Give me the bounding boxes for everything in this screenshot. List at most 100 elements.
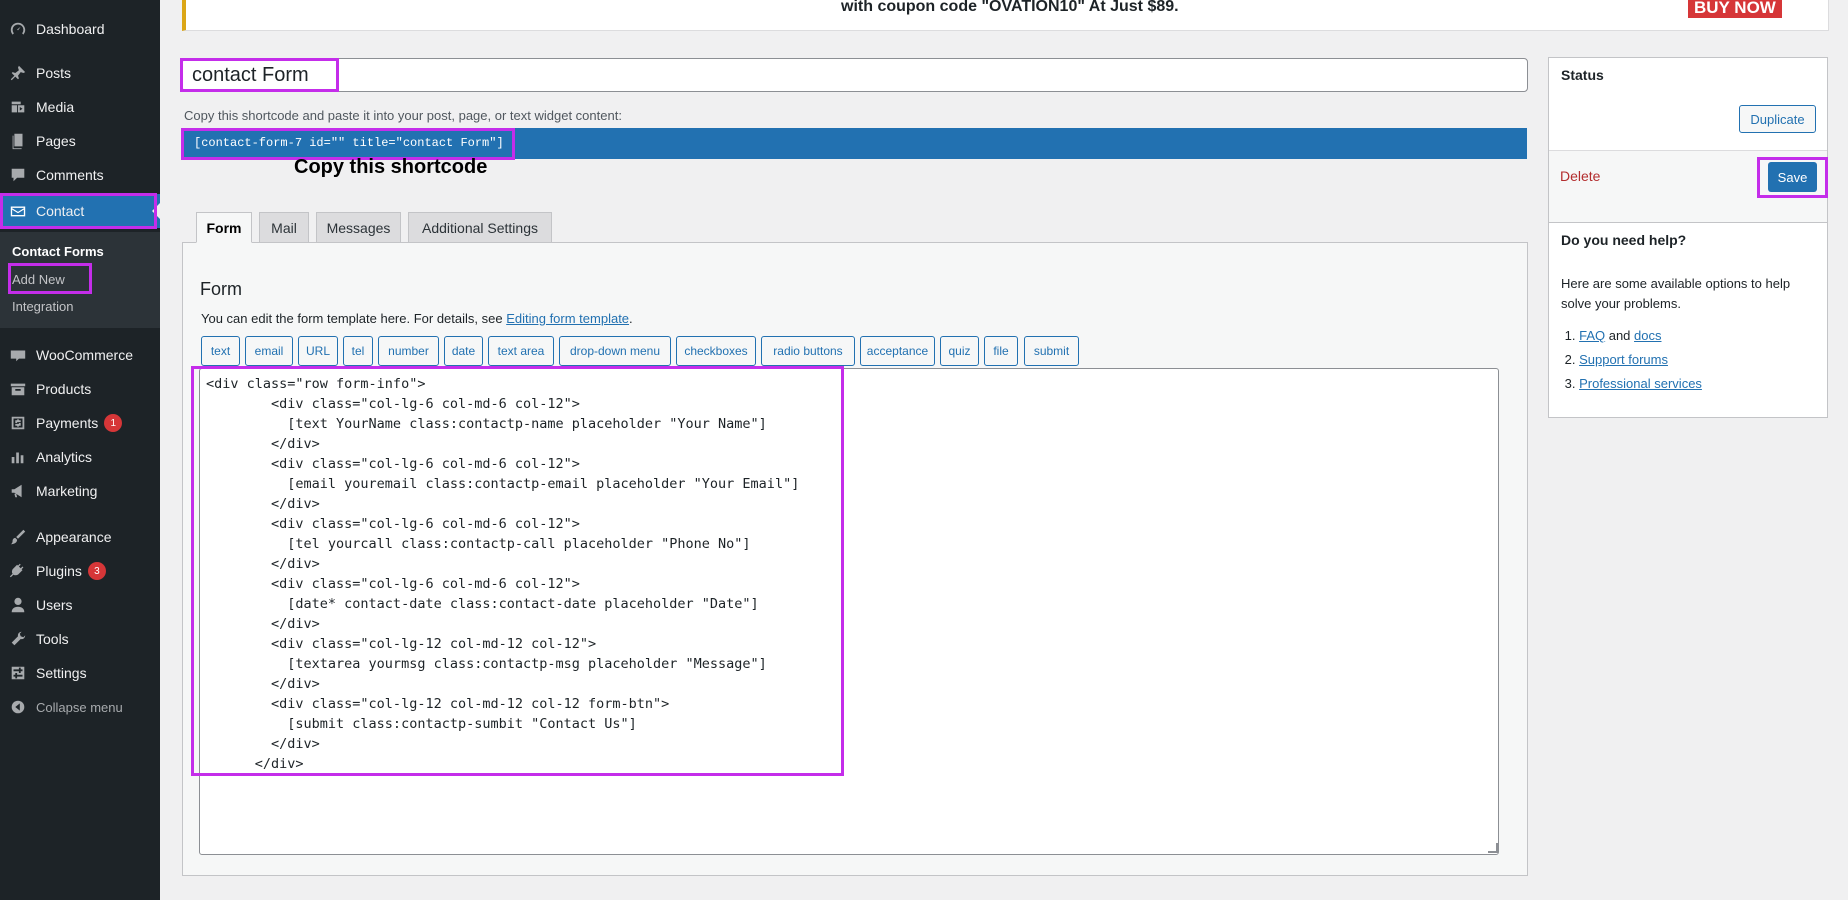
menu-media[interactable]: Media xyxy=(0,90,160,124)
shortcode-note: Copy this shortcode and paste it into yo… xyxy=(184,108,622,123)
tag-button-dropdown[interactable]: drop-down menu xyxy=(559,336,671,366)
plug-icon xyxy=(0,562,36,580)
professional-services-link[interactable]: Professional services xyxy=(1579,376,1702,391)
help-item: 3. Professional services xyxy=(1561,372,1702,396)
menu-users[interactable]: Users xyxy=(0,588,160,622)
menu-contact[interactable]: Contact xyxy=(0,194,160,228)
tag-button-date[interactable]: date xyxy=(444,336,483,366)
tag-button-email[interactable]: email xyxy=(245,336,293,366)
tag-button-acceptance[interactable]: acceptance xyxy=(860,336,935,366)
buy-now-button[interactable]: BUY NOW xyxy=(1688,0,1782,18)
form-title-input[interactable]: contact Form xyxy=(182,58,1528,92)
menu-label: WooCommerce xyxy=(36,347,133,363)
resize-handle[interactable] xyxy=(1488,843,1498,853)
menu-label: Marketing xyxy=(36,483,98,499)
envelope-icon xyxy=(0,202,36,220)
submenu-add-new[interactable]: Add New xyxy=(12,272,65,287)
archive-icon xyxy=(0,380,36,398)
menu-label: Users xyxy=(36,597,73,613)
duplicate-button[interactable]: Duplicate xyxy=(1739,105,1816,133)
menu-label: Dashboard xyxy=(36,21,105,37)
menu-label: Appearance xyxy=(36,529,112,545)
editing-form-template-link[interactable]: Editing form template xyxy=(506,311,629,326)
brush-icon xyxy=(0,528,36,546)
menu-settings[interactable]: Settings xyxy=(0,656,160,690)
menu-label: Media xyxy=(36,99,75,115)
tag-button-radio[interactable]: radio buttons xyxy=(761,336,855,366)
dashboard-icon xyxy=(0,20,36,38)
tab-form[interactable]: Form xyxy=(196,212,252,243)
collapse-label: Collapse menu xyxy=(36,699,123,715)
promo-banner: with coupon code "OVATION10" At Just $89… xyxy=(182,0,1829,31)
bar-chart-icon xyxy=(0,448,36,466)
media-icon xyxy=(0,98,36,116)
settings-icon xyxy=(0,664,36,682)
notification-badge: 3 xyxy=(87,562,106,580)
form-template-code[interactable]: <div class="row form-info"> <div class="… xyxy=(206,374,799,774)
menu-label: Posts xyxy=(36,65,72,81)
menu-tools[interactable]: Tools xyxy=(0,622,160,656)
menu-label: Comments xyxy=(36,167,104,183)
tag-button-quiz[interactable]: quiz xyxy=(940,336,979,366)
submenu-integration[interactable]: Integration xyxy=(12,299,73,314)
menu-plugins[interactable]: Plugins 3 xyxy=(0,554,160,588)
user-icon xyxy=(0,596,36,614)
menu-marketing[interactable]: Marketing xyxy=(0,474,160,508)
menu-label: Tools xyxy=(36,631,69,647)
tag-button-textarea[interactable]: text area xyxy=(488,336,554,366)
collapse-menu-button[interactable]: Collapse menu xyxy=(0,690,160,724)
submenu-contact-forms[interactable]: Contact Forms xyxy=(12,244,104,259)
menu-label: Analytics xyxy=(36,449,93,465)
menu-pages[interactable]: Pages xyxy=(0,124,160,158)
menu-analytics[interactable]: Analytics xyxy=(0,440,160,474)
tab-mail[interactable]: Mail xyxy=(259,212,309,242)
admin-sidebar: Dashboard Posts Media Pages Comments Con… xyxy=(0,0,160,900)
tag-button-checkboxes[interactable]: checkboxes xyxy=(676,336,756,366)
help-item-number: 1. xyxy=(1564,328,1576,343)
tag-button-number[interactable]: number xyxy=(378,336,439,366)
contact-submenu: Contact Forms Add New Integration xyxy=(0,232,160,328)
tag-button-url[interactable]: URL xyxy=(298,336,338,366)
faq-link[interactable]: FAQ xyxy=(1579,328,1605,343)
shortcode-bar[interactable]: [contact-form-7 id="" title="contact For… xyxy=(182,128,1527,159)
shortcode-text[interactable]: [contact-form-7 id="" title="contact For… xyxy=(194,136,504,150)
menu-products[interactable]: Products xyxy=(0,372,160,406)
megaphone-icon xyxy=(0,482,36,500)
help-item: 2. Support forums xyxy=(1561,348,1702,372)
active-pointer xyxy=(152,203,160,219)
menu-label: Pages xyxy=(36,133,76,149)
notification-badge: 1 xyxy=(104,414,123,432)
comment-icon xyxy=(0,166,36,184)
menu-label: Products xyxy=(36,381,92,397)
menu-appearance[interactable]: Appearance xyxy=(0,520,160,554)
tag-button-file[interactable]: file xyxy=(984,336,1018,366)
banner-text: with coupon code "OVATION10" At Just $89… xyxy=(841,0,1179,15)
status-title: Status xyxy=(1561,67,1604,83)
help-item-and: and xyxy=(1605,328,1635,343)
delete-link[interactable]: Delete xyxy=(1560,168,1600,184)
menu-woocommerce[interactable]: WooCommerce xyxy=(0,338,160,372)
help-list: 1. FAQ and docs 2. Support forums 3. Pro… xyxy=(1561,324,1702,396)
pin-icon xyxy=(0,64,36,82)
woo-icon xyxy=(0,346,36,364)
tag-button-tel[interactable]: tel xyxy=(343,336,373,366)
menu-comments[interactable]: Comments xyxy=(0,158,160,192)
menu-payments[interactable]: Payments 1 xyxy=(0,406,160,440)
help-item-number: 3. xyxy=(1564,376,1576,391)
tag-button-text[interactable]: text xyxy=(201,336,240,366)
help-text: Here are some available options to help … xyxy=(1561,276,1791,311)
menu-label: Contact xyxy=(36,203,85,219)
menu-label: Settings xyxy=(36,665,87,681)
menu-label: Plugins xyxy=(36,563,82,579)
panel-desc-end: . xyxy=(629,311,633,326)
tab-messages[interactable]: Messages xyxy=(316,212,401,242)
save-button[interactable]: Save xyxy=(1768,162,1817,192)
menu-dashboard[interactable]: Dashboard xyxy=(0,12,160,46)
tag-button-submit[interactable]: submit xyxy=(1024,336,1079,366)
menu-posts[interactable]: Posts xyxy=(0,56,160,90)
docs-link[interactable]: docs xyxy=(1634,328,1661,343)
help-title: Do you need help? xyxy=(1561,232,1687,248)
support-forums-link[interactable]: Support forums xyxy=(1579,352,1668,367)
tab-additional-settings[interactable]: Additional Settings xyxy=(408,212,552,242)
panel-desc-text: You can edit the form template here. For… xyxy=(201,311,507,326)
